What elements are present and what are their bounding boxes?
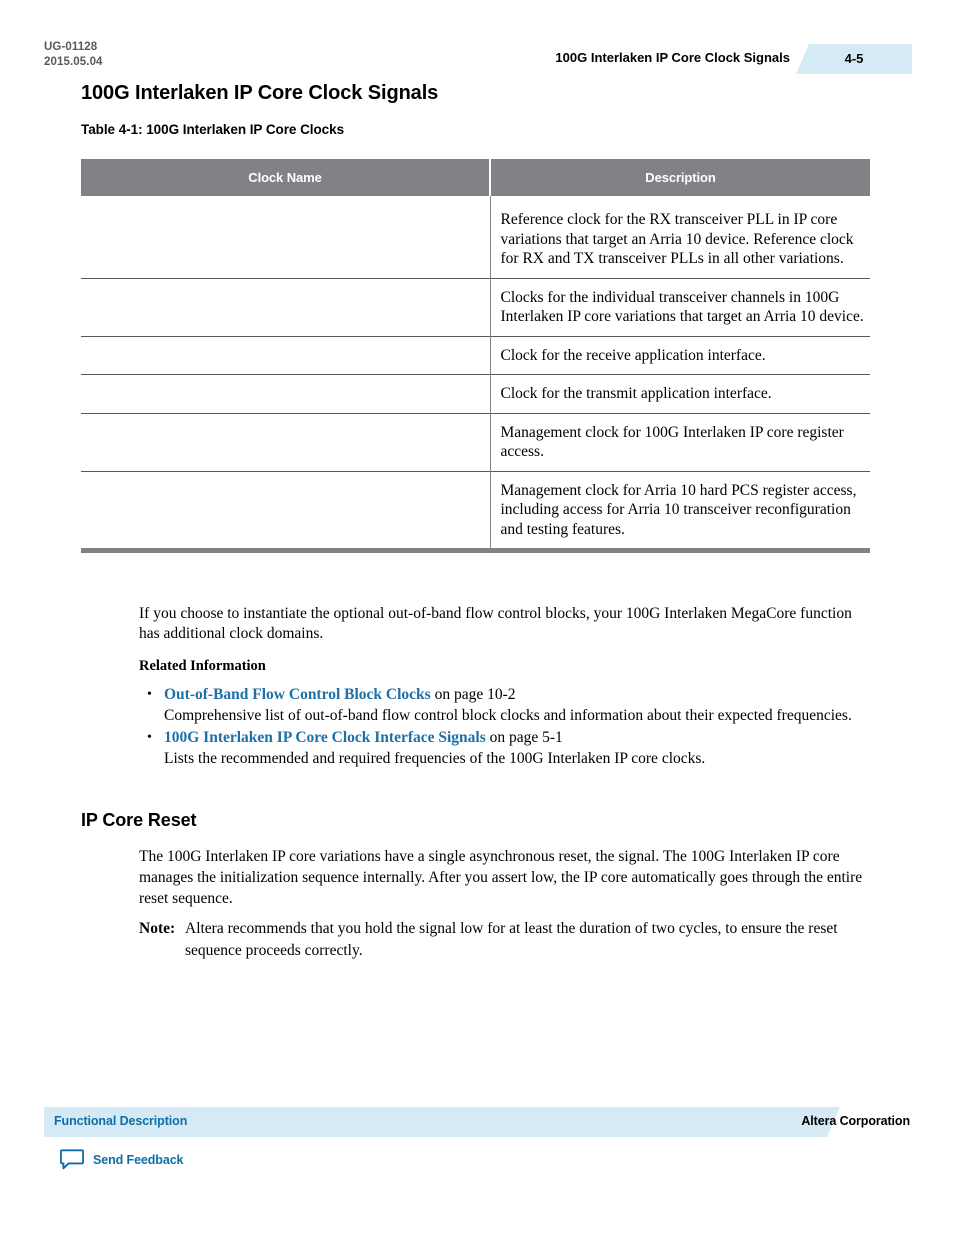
note-label: Note: — [139, 920, 176, 937]
cell-clock-name — [81, 470, 491, 548]
list-item: Out-of-Band Flow Control Block Clocks on… — [147, 685, 895, 726]
document-date: 2015.05.04 — [44, 56, 103, 68]
footer-chapter-label: Functional Description — [54, 1114, 188, 1128]
cell-description: Clock for the transmit application inter… — [490, 374, 870, 413]
cell-clock-name — [81, 277, 491, 336]
page-number-badge: 4-5 — [796, 44, 912, 74]
link-out-of-band-flow-control-block-clocks[interactable]: Out-of-Band Flow Control Block Clocks — [164, 686, 431, 703]
send-feedback-button[interactable]: Send Feedback — [60, 1149, 184, 1170]
clock-table: Clock Name Description Reference clock f… — [81, 159, 870, 548]
table-header-row: Clock Name Description — [81, 159, 870, 196]
paragraph-text-part1: The 100G Interlaken IP core variations h… — [139, 848, 619, 865]
table-caption: Table 4-1: 100G Interlaken IP Core Clock… — [81, 122, 345, 137]
note-text-part1: Altera recommends that you hold the — [185, 920, 420, 937]
cell-clock-name — [81, 335, 491, 375]
cell-clock-name — [81, 412, 491, 471]
table-row: Clocks for the individual transceiver ch… — [81, 277, 870, 336]
table-row: Reference clock for the RX transceiver P… — [81, 196, 870, 278]
document-number: UG-01128 — [44, 41, 98, 53]
cell-clock-name — [81, 196, 491, 278]
link-description: Lists the recommended and required frequ… — [164, 749, 706, 767]
table-row: Management clock for 100G Interlaken IP … — [81, 412, 870, 471]
send-feedback-label: Send Feedback — [93, 1152, 184, 1167]
cell-description: Clocks for the individual transceiver ch… — [490, 277, 870, 336]
section-heading-ip-core-reset: IP Core Reset — [81, 810, 197, 830]
cell-description: Clock for the receive application interf… — [490, 335, 870, 375]
paragraph-after-table: If you choose to instantiate the optiona… — [139, 605, 852, 642]
related-information-heading: Related Information — [139, 658, 266, 674]
link-100g-interlaken-ip-core-clock-interface-signals[interactable]: 100G Interlaken IP Core Clock Interface … — [164, 729, 486, 746]
page-number-label: 4-5 — [844, 51, 864, 66]
table-row: Clock for the receive application interf… — [81, 335, 870, 375]
table-row: Clock for the transmit application inter… — [81, 374, 870, 413]
page-header: UG-01128 2015.05.04 100G Interlaken IP C… — [0, 0, 954, 86]
page-title: 100G Interlaken IP Core Clock Signals — [81, 82, 439, 104]
table-head: Clock Name Description — [81, 159, 870, 196]
cell-description: Management clock for 100G Interlaken IP … — [490, 412, 870, 471]
footer-company-label: Altera Corporation — [801, 1114, 910, 1128]
related-information-list: Out-of-Band Flow Control Block Clocks on… — [139, 685, 895, 771]
cell-description: Reference clock for the RX transceiver P… — [500, 211, 854, 267]
list-item: 100G Interlaken IP Core Clock Interface … — [147, 728, 895, 769]
ip-core-reset-paragraph: The 100G Interlaken IP core variations h… — [139, 847, 870, 909]
table-bottom-rule — [81, 548, 870, 553]
page-reference: on page 10-2 — [430, 686, 516, 703]
column-header-description: Description — [490, 159, 870, 196]
cell-clock-name — [81, 374, 491, 413]
running-header-title: 100G Interlaken IP Core Clock Signals — [555, 50, 790, 65]
note-block: Note: Altera recommends that you hold th… — [139, 918, 870, 961]
speech-bubble-icon — [60, 1149, 84, 1170]
table-body: Reference clock for the RX transceiver P… — [81, 196, 870, 548]
link-description: Comprehensive list of out-of-band flow c… — [164, 706, 852, 724]
column-header-clock-name: Clock Name — [81, 159, 491, 196]
note-text: Altera recommends that you hold the sign… — [139, 918, 870, 961]
cell-description: Management clock for Arria 10 hard PCS r… — [490, 470, 870, 548]
page-reference: on page 5-1 — [485, 729, 563, 746]
document-id-block: UG-01128 2015.05.04 — [44, 40, 103, 70]
table-row: Management clock for Arria 10 hard PCS r… — [81, 470, 870, 548]
note-text-part2: signal low for at least the duration of … — [419, 920, 679, 937]
